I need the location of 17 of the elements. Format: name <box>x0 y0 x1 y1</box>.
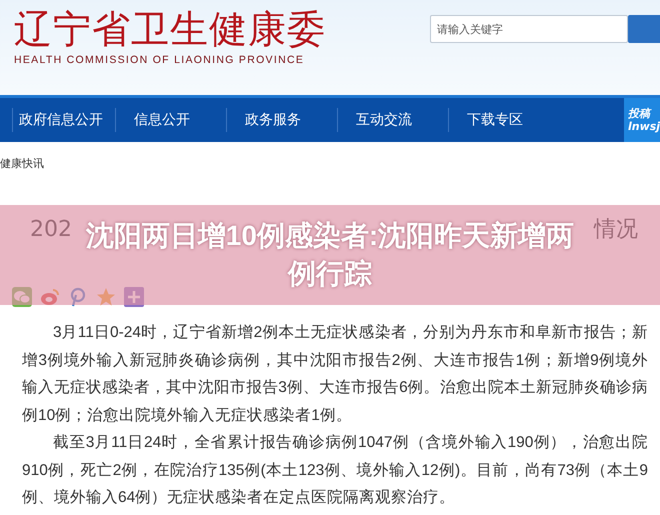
breadcrumb[interactable]: 健康快讯 <box>0 157 44 170</box>
article-title: 情况 <box>594 218 638 242</box>
nav-item[interactable]: 政府信息公开 <box>12 108 103 132</box>
contribute-link[interactable]: 投稿 lnwsj <box>624 98 660 142</box>
nav-item[interactable]: 互动交流 <box>337 108 448 132</box>
nav-item[interactable]: 下载专区 <box>448 108 559 132</box>
star-icon[interactable] <box>96 287 116 307</box>
paragraph: 截至3月11日24时，全省累计报告确诊病例1047例（含境外输入190例），治愈出院910例，死亡2例，在院治疗135例(本土123例、境外输入12例)。目前，尚有73例（本土9例、境外输入64例）无症状感染者在定点医院隔离观察治疗。 <box>22 433 648 508</box>
logo-title: 辽宁省卫生健康委 <box>14 8 326 52</box>
search-field[interactable]: 请输入关键字 <box>430 15 628 43</box>
headline: 沈阳两日增10例感染者:沈阳昨天新增两例行踪 <box>84 219 576 291</box>
logo-subtitle: HEALTH COMMISSION OF LIAONING PROVINCE <box>14 54 306 66</box>
nav-item[interactable]: 信息公开 <box>115 108 226 132</box>
paragraph: 3月11日0-24时，辽宁省新增2例本土无症状感染者，分别为丹东市和阜新市报告；新增3例境外输入新冠肺炎确诊病例，其中沈阳市报告2例、大连市报告1例；新增9例境外输入无症状感染者，其中沈阳市报告3例、大连市报告6例。治愈出院本土新冠肺炎确诊病例10例；治愈出院境外输入无症状感染者1例。 <box>22 323 648 426</box>
nav-item[interactable]: 政务服务 <box>226 108 337 132</box>
plus-icon[interactable] <box>124 287 144 307</box>
article-title: 202 <box>30 218 72 242</box>
